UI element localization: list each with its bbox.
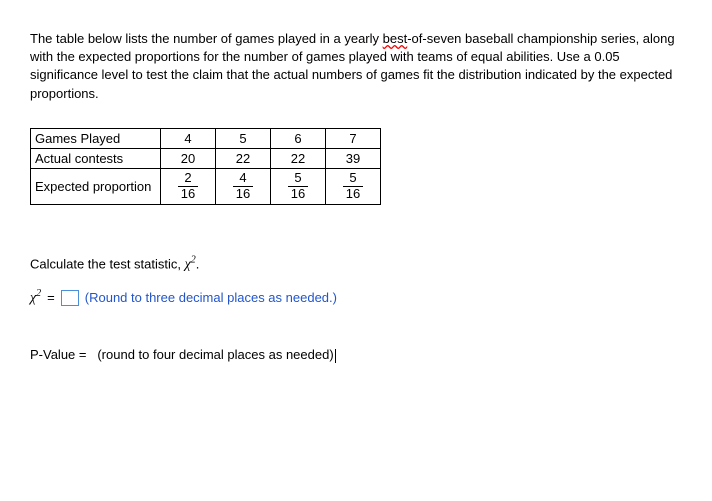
expected-col-0: 2 16: [161, 168, 216, 204]
rounding-hint-pvalue: (round to four decimal places as needed): [97, 347, 333, 362]
calc-prompt-end: .: [196, 256, 200, 271]
expected-proportion-label: Expected proportion: [31, 168, 161, 204]
rounding-hint-chi: (Round to three decimal places as needed…: [85, 290, 337, 305]
games-col-1: 5: [216, 128, 271, 148]
table-row-expected: Expected proportion 2 16 4 16 5 16 5 16: [31, 168, 381, 204]
chi-squared-symbol: χ2: [185, 257, 196, 272]
expected-col-3: 5 16: [326, 168, 381, 204]
equals-sign: =: [47, 290, 55, 305]
calc-prompt-text: Calculate the test statistic,: [30, 256, 185, 271]
text-cursor: [335, 349, 336, 363]
data-table: Games Played 4 5 6 7 Actual contests 20 …: [30, 128, 381, 205]
games-col-2: 6: [271, 128, 326, 148]
expected-col-1: 4 16: [216, 168, 271, 204]
actual-col-2: 22: [271, 148, 326, 168]
table-row-actual: Actual contests 20 22 22 39: [31, 148, 381, 168]
chi-squared-formula: χ2 = (Round to three decimal places as n…: [30, 288, 682, 307]
actual-contests-label: Actual contests: [31, 148, 161, 168]
misspelled-word: best: [383, 31, 408, 46]
p-value-line: P-Value = (round to four decimal places …: [30, 347, 682, 363]
chi-squared-lhs: χ2: [30, 288, 41, 307]
intro-before: The table below lists the number of game…: [30, 31, 383, 46]
chi-squared-input[interactable]: [61, 290, 79, 306]
games-col-3: 7: [326, 128, 381, 148]
actual-col-3: 39: [326, 148, 381, 168]
games-played-label: Games Played: [31, 128, 161, 148]
games-col-0: 4: [161, 128, 216, 148]
calculate-prompt: Calculate the test statistic, χ2.: [30, 255, 682, 274]
actual-col-1: 22: [216, 148, 271, 168]
actual-col-0: 20: [161, 148, 216, 168]
p-value-label: P-Value =: [30, 347, 87, 362]
expected-col-2: 5 16: [271, 168, 326, 204]
table-row-games: Games Played 4 5 6 7: [31, 128, 381, 148]
problem-statement: The table below lists the number of game…: [30, 30, 682, 103]
